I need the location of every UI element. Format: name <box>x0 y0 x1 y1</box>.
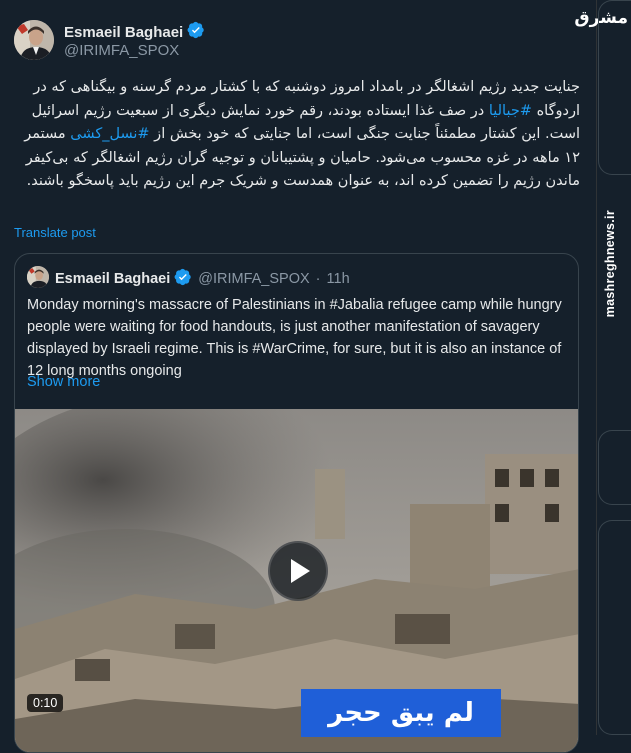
quoted-tweet[interactable]: Esmaeil Baghaei @IRIMFA_SPOX · 11h Monda… <box>14 253 579 753</box>
author-avatar[interactable] <box>14 20 54 60</box>
sidebar-panel <box>598 520 631 735</box>
quoted-header: Esmaeil Baghaei @IRIMFA_SPOX · 11h <box>55 268 350 290</box>
sidebar-panel <box>598 430 631 505</box>
video-player[interactable]: 0:10 لم يبق حجر <box>15 409 578 752</box>
watermark-site: mashreghnews.ir <box>603 210 617 318</box>
quoted-author-handle[interactable]: @IRIMFA_SPOX <box>198 271 309 287</box>
play-icon <box>291 559 310 583</box>
quoted-timestamp[interactable]: 11h <box>327 271 350 287</box>
tweet: Esmaeil Baghaei @IRIMFA_SPOX جنایت جدید … <box>0 0 596 753</box>
hashtag-link[interactable]: #نسل_کشی <box>70 126 149 142</box>
play-button[interactable] <box>268 541 328 601</box>
translate-post-link[interactable]: Translate post <box>14 225 96 240</box>
author-handle[interactable]: @IRIMFA_SPOX <box>64 42 179 59</box>
verified-badge-icon <box>187 21 205 44</box>
quoted-text: Monday morning's massacre of Palestinian… <box>27 297 562 379</box>
tweet-body: جنایت جدید رژیم اشغالگر در بامداد امروز … <box>14 76 580 194</box>
author-name-row: Esmaeil Baghaei <box>64 21 205 44</box>
verified-badge-icon <box>174 268 192 290</box>
sidebar-panel <box>598 0 631 175</box>
quoted-author-name[interactable]: Esmaeil Baghaei <box>55 271 170 287</box>
video-caption: لم يبق حجر <box>301 689 501 737</box>
sidebar-divider <box>596 0 597 735</box>
quoted-author-avatar[interactable] <box>27 266 49 288</box>
separator-dot: · <box>315 271 321 287</box>
author-name[interactable]: Esmaeil Baghaei <box>64 24 183 41</box>
show-more-link[interactable]: Show more <box>27 374 100 390</box>
video-duration: 0:10 <box>27 694 64 712</box>
hashtag-link[interactable]: #جبالیا <box>489 103 532 119</box>
